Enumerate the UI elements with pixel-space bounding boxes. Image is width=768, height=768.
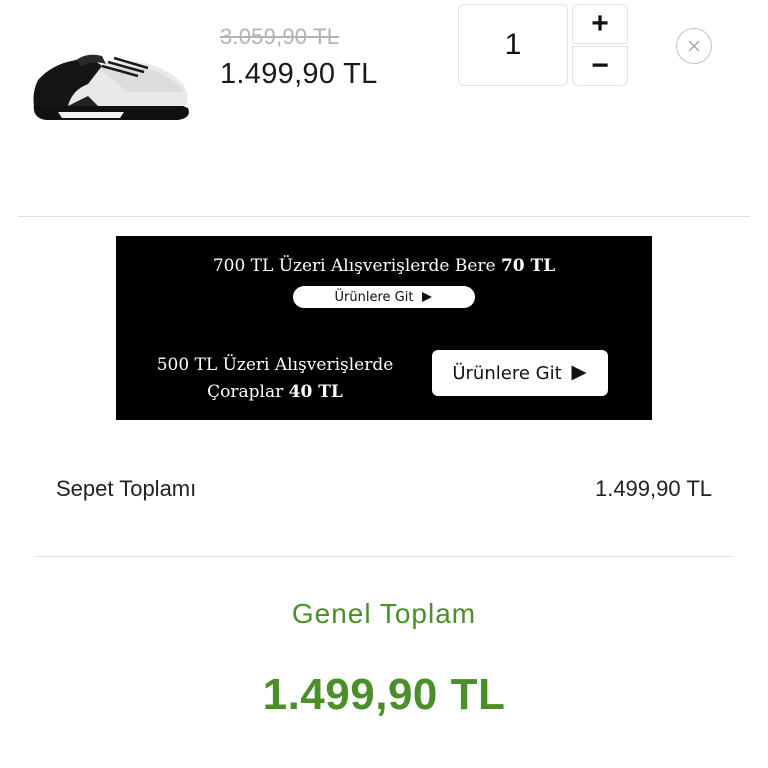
promo-offer-1-price: 70 TL <box>500 256 556 276</box>
promo-offer-1-text: 700 TL Üzeri Alışverişlerde Bere <box>212 256 501 276</box>
grand-total-value: 1.499,90 TL <box>262 670 506 719</box>
promo-offer-2-button-label: Ürünlere Git <box>452 362 562 384</box>
quantity-input[interactable]: 1 <box>458 4 568 86</box>
promo-offer-2: 500 TL Üzeri Alışverişlerde Çoraplar 40 … <box>150 352 400 406</box>
current-price: 1.499,90 TL <box>220 58 378 90</box>
decrement-button[interactable]: − <box>572 46 628 86</box>
remove-item-button[interactable] <box>676 28 712 64</box>
minus-icon: − <box>591 49 609 82</box>
promo-offer-2-text: 500 TL Üzeri Alışverişlerde Çoraplar <box>156 355 394 402</box>
plus-icon: + <box>591 7 609 40</box>
subtotal-label: Sepet Toplamı <box>56 476 197 501</box>
promo-offer-1-button-label: Ürünlere Git <box>334 289 414 305</box>
divider <box>36 556 732 557</box>
cart-page: 3.059,90 TL 1.499,90 TL 1 + − 700 TL Üze… <box>0 0 768 768</box>
promo-offer-2-button[interactable]: Ürünlere Git <box>432 350 608 396</box>
subtotal-value: 1.499,90 TL <box>594 476 712 501</box>
promo-offer-1: 700 TL Üzeri Alışverişlerde Bere 70 TL <box>116 256 652 276</box>
grand-total-label: Genel Toplam <box>291 598 477 629</box>
close-icon <box>688 40 700 52</box>
promo-offer-2-price: 40 TL <box>288 382 343 402</box>
sneaker-product-image <box>33 54 189 120</box>
promo-banner: 700 TL Üzeri Alışverişlerde Bere 70 TL Ü… <box>116 236 652 420</box>
increment-button[interactable]: + <box>572 4 628 44</box>
product-image[interactable] <box>28 46 194 126</box>
play-arrow-icon <box>571 365 587 381</box>
promo-offer-1-button[interactable]: Ürünlere Git <box>293 286 475 308</box>
play-arrow-icon <box>422 292 433 302</box>
divider <box>18 216 750 217</box>
old-price: 3.059,90 TL <box>220 24 340 49</box>
